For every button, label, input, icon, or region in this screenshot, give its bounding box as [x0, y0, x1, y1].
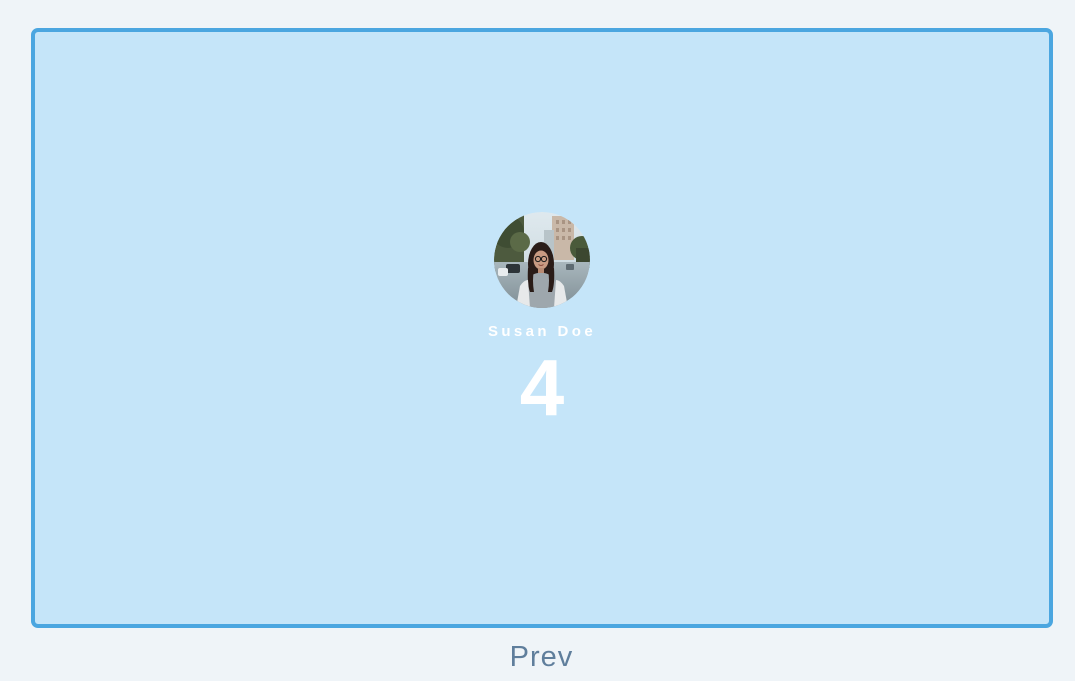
avatar: [494, 212, 590, 308]
profile-name: Susan Doe: [487, 323, 597, 340]
profile-block: Susan Doe 4: [35, 212, 1049, 429]
prev-button[interactable]: Prev: [0, 640, 1075, 674]
profile-card: Susan Doe 4: [31, 28, 1053, 628]
profile-count: 4: [519, 343, 565, 432]
